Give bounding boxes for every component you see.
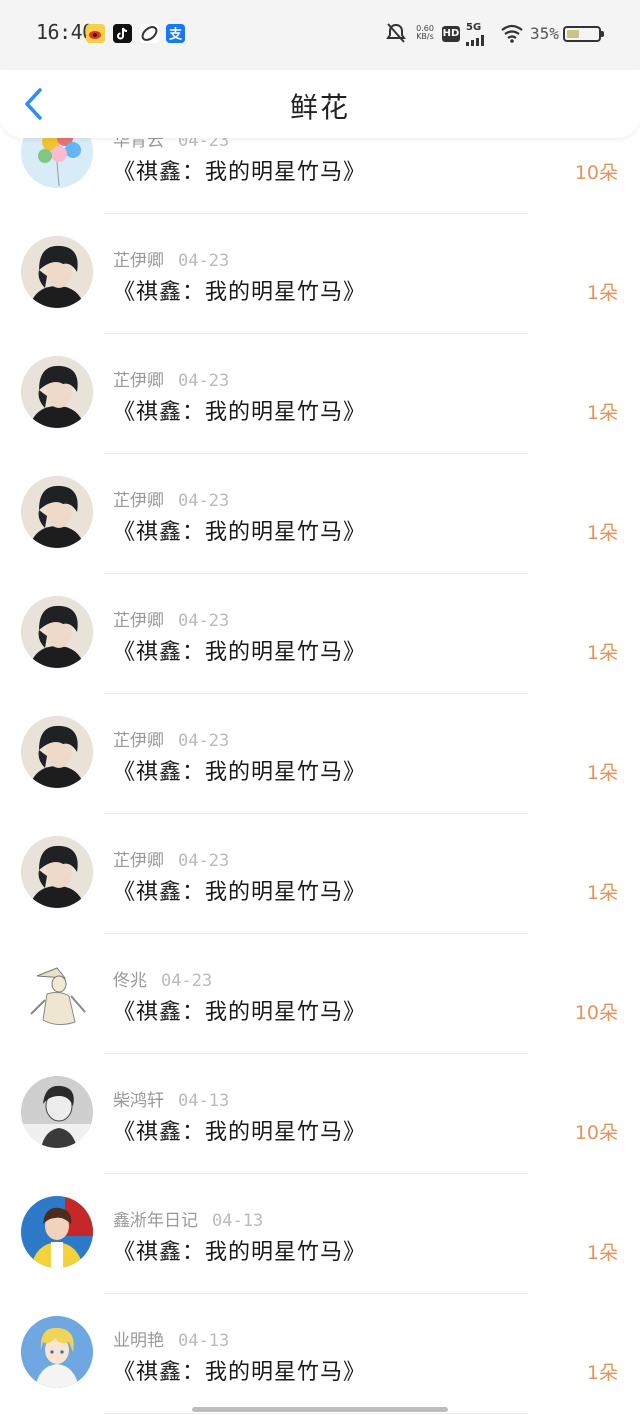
gift-date: 04-23 [178,851,230,871]
dark-hair-boy-avatar[interactable] [21,836,93,908]
anime-boy-avatar[interactable] [21,1316,93,1388]
flower-gift-list[interactable]: 华青云 04-23 《祺鑫：我的明星竹马》 10朵 芷伊卿 04-23 《祺鑫：我的明星竹马… [0,94,640,1414]
book-title[interactable]: 《祺鑫：我的明星竹马》 [113,754,366,786]
book-title[interactable]: 《祺鑫：我的明星竹马》 [113,634,366,666]
book-title[interactable]: 《祺鑫：我的明星竹马》 [113,1354,366,1386]
flower-amount: 10朵 [574,1002,618,1024]
svg-text:支: 支 [168,27,183,43]
book-title[interactable]: 《祺鑫：我的明星竹马》 [113,154,366,186]
book-title[interactable]: 《祺鑫：我的明星竹马》 [113,874,366,906]
list-item[interactable]: 芷伊卿 04-23 《祺鑫：我的明星竹马》 1朵 [0,454,640,574]
dark-hair-boy-avatar[interactable] [21,596,93,668]
battery-percent: 35% [530,24,559,43]
flower-amount: 1朵 [586,282,618,304]
username[interactable]: 芷伊卿 [113,491,164,511]
dark-hair-boy-avatar[interactable] [21,476,93,548]
item-meta: 芷伊卿 04-23 [113,366,229,391]
navigation-header: 鲜花 [0,70,640,138]
status-bar: 16:40 支 0.60 KB/s HD 5G 35% [0,0,640,70]
gift-date: 04-23 [178,491,230,511]
gift-date: 04-13 [178,1331,230,1351]
list-item[interactable]: · · · · · 柴鸿轩 04-13 《祺鑫：我的明星竹马》 10朵 [0,1054,640,1174]
net-speed-unit: KB/s [416,32,434,41]
yellow-shirt-boy-avatar[interactable] [21,1196,93,1268]
network-type: 5G [466,22,488,46]
page-title: 鲜花 [289,91,350,124]
item-meta: 鑫淅年日记 04-13 [113,1206,263,1231]
gift-date: 04-23 [178,611,230,631]
sketch-character-avatar[interactable] [21,956,93,1028]
list-item[interactable]: 芷伊卿 04-23 《祺鑫：我的明星竹马》 1朵 [0,694,640,814]
item-meta: 芷伊卿 04-23 [113,726,229,751]
weibo-icon [86,24,105,43]
book-title[interactable]: 《祺鑫：我的明星竹马》 [113,1114,366,1146]
username[interactable]: 柴鸿轩 [113,1091,164,1111]
list-item[interactable]: 业明艳 04-13 《祺鑫：我的明星竹马》 1朵 [0,1294,640,1414]
gift-date: 04-23 [178,251,230,271]
list-item[interactable]: 芷伊卿 04-23 《祺鑫：我的明星竹马》 1朵 [0,334,640,454]
username[interactable]: 芷伊卿 [113,851,164,871]
book-title[interactable]: 《祺鑫：我的明星竹马》 [113,994,366,1026]
mute-icon [386,22,406,46]
book-title[interactable]: 《祺鑫：我的明星竹马》 [113,1234,366,1266]
list-item[interactable]: 芷伊卿 04-23 《祺鑫：我的明星竹马》 1朵 [0,574,640,694]
wifi-icon [500,22,524,46]
alipay-icon: 支 [166,24,185,43]
username[interactable]: 芷伊卿 [113,371,164,391]
item-meta: 芷伊卿 04-23 [113,606,229,631]
item-meta: 佟兆 04-23 [113,966,212,991]
network-label: 5G [466,22,482,33]
username[interactable]: 芷伊卿 [113,251,164,271]
flower-amount: 1朵 [586,642,618,664]
flower-amount: 10朵 [574,1122,618,1144]
net-speed: 0.60 KB/s [414,25,436,41]
book-title[interactable]: 《祺鑫：我的明星竹马》 [113,514,366,546]
username[interactable]: 业明艳 [113,1331,164,1351]
username[interactable]: 芷伊卿 [113,611,164,631]
home-indicator[interactable] [192,1407,448,1412]
gift-date: 04-23 [178,731,230,751]
tiktok-icon [113,24,132,43]
gift-date: 04-13 [178,1091,230,1111]
signal-icon [466,35,484,46]
leaf-app-icon [140,24,159,43]
item-meta: 业明艳 04-13 [113,1326,229,1351]
svg-text:· · · · ·: · · · · · [48,1133,65,1140]
gift-date: 04-13 [212,1211,264,1231]
list-item[interactable]: 鑫淅年日记 04-13 《祺鑫：我的明星竹马》 1朵 [0,1174,640,1294]
list-item[interactable]: 佟兆 04-23 《祺鑫：我的明星竹马》 10朵 [0,934,640,1054]
flower-amount: 1朵 [586,522,618,544]
gift-date: 04-23 [178,371,230,391]
item-meta: 芷伊卿 04-23 [113,486,229,511]
battery-icon [563,26,604,42]
flower-amount: 1朵 [586,1242,618,1264]
gift-date: 04-23 [161,971,213,991]
list-item[interactable]: 芷伊卿 04-23 《祺鑫：我的明星竹马》 1朵 [0,214,640,334]
flower-amount: 1朵 [586,402,618,424]
flower-amount: 1朵 [586,762,618,784]
username[interactable]: 佟兆 [113,971,147,991]
dark-hair-boy-avatar[interactable] [21,356,93,428]
book-title[interactable]: 《祺鑫：我的明星竹马》 [113,274,366,306]
flower-amount: 1朵 [586,1362,618,1384]
item-meta: 芷伊卿 04-23 [113,246,229,271]
item-meta: 柴鸿轩 04-13 [113,1086,229,1111]
flower-amount: 1朵 [586,882,618,904]
battery-level [567,30,579,38]
monochrome-boy-avatar[interactable]: · · · · · [21,1076,93,1148]
item-meta: 芷伊卿 04-23 [113,846,229,871]
flower-amount: 10朵 [574,162,618,184]
dark-hair-boy-avatar[interactable] [21,236,93,308]
divider [104,1413,528,1414]
hd-badge: HD [442,26,460,42]
book-title[interactable]: 《祺鑫：我的明星竹马》 [113,394,366,426]
username[interactable]: 鑫淅年日记 [113,1211,198,1231]
list-item[interactable]: 芷伊卿 04-23 《祺鑫：我的明星竹马》 1朵 [0,814,640,934]
username[interactable]: 芷伊卿 [113,731,164,751]
dark-hair-boy-avatar[interactable] [21,716,93,788]
